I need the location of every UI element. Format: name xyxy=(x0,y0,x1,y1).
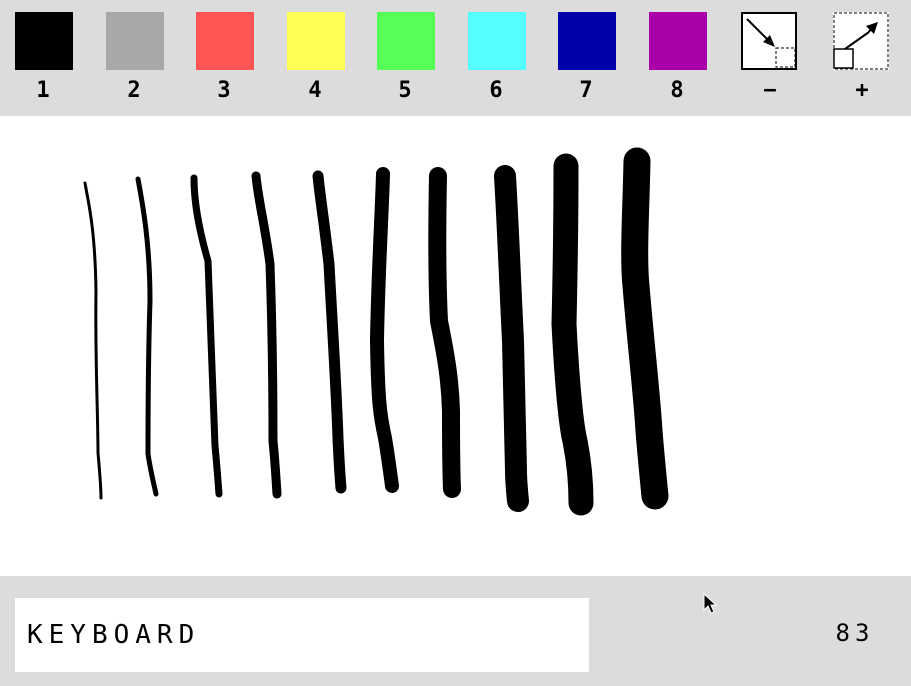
toolbar: 1 2 3 4 5 6 7 8 − + xyxy=(0,0,911,116)
brush-stroke-8 xyxy=(494,165,529,512)
swatch-fill xyxy=(649,12,707,70)
color-swatch-red[interactable]: 3 xyxy=(194,12,254,108)
color-key-label: 3 xyxy=(217,78,231,103)
input-mode-text: KEYBOARD xyxy=(27,620,201,650)
brush-stroke-4 xyxy=(251,171,282,499)
color-swatch-gray[interactable]: 2 xyxy=(104,12,164,108)
swatch-fill xyxy=(468,12,526,70)
color-key-label: 2 xyxy=(127,78,141,103)
swatch-fill xyxy=(15,12,73,70)
status-bar: KEYBOARD 83 xyxy=(0,576,911,686)
swatch-fill xyxy=(558,12,616,70)
brush-stroke-6 xyxy=(370,167,399,493)
color-key-label: 8 xyxy=(670,78,684,103)
input-mode-field: KEYBOARD xyxy=(15,598,589,672)
decrease-brush-size-button[interactable]: − xyxy=(740,12,800,108)
decrease-label: − xyxy=(763,78,777,103)
brush-stroke-9 xyxy=(551,153,594,516)
counter-value: 83 xyxy=(835,619,875,647)
increase-label: + xyxy=(855,78,869,103)
brush-stroke-2 xyxy=(135,176,159,497)
color-swatch-green[interactable]: 5 xyxy=(375,12,435,108)
paint-app: 1 2 3 4 5 6 7 8 − + KEYBOARD 83 xyxy=(0,0,911,686)
color-key-label: 5 xyxy=(398,78,412,103)
color-key-label: 1 xyxy=(36,78,50,103)
shrink-brush-icon xyxy=(741,12,797,70)
brush-stroke-7 xyxy=(428,167,461,498)
increase-brush-size-button[interactable]: + xyxy=(832,12,892,108)
color-key-label: 7 xyxy=(579,78,593,103)
swatch-fill xyxy=(196,12,254,70)
swatch-fill xyxy=(287,12,345,70)
canvas-drawing xyxy=(83,147,669,516)
color-swatch-black[interactable]: 1 xyxy=(13,12,73,108)
mouse-pointer-icon xyxy=(703,593,717,614)
brush-stroke-3 xyxy=(190,174,223,498)
color-key-label: 4 xyxy=(308,78,322,103)
swatch-fill xyxy=(377,12,435,70)
drawing-canvas[interactable] xyxy=(0,116,911,576)
brush-stroke-10 xyxy=(621,147,669,510)
color-swatch-blue[interactable]: 7 xyxy=(556,12,616,108)
grow-brush-icon xyxy=(833,12,889,70)
color-swatch-cyan[interactable]: 6 xyxy=(466,12,526,108)
color-swatch-magenta[interactable]: 8 xyxy=(647,12,707,108)
brush-stroke-1 xyxy=(83,181,103,500)
color-key-label: 6 xyxy=(489,78,503,103)
brush-stroke-5 xyxy=(312,170,347,494)
color-swatch-yellow[interactable]: 4 xyxy=(285,12,345,108)
swatch-fill xyxy=(106,12,164,70)
